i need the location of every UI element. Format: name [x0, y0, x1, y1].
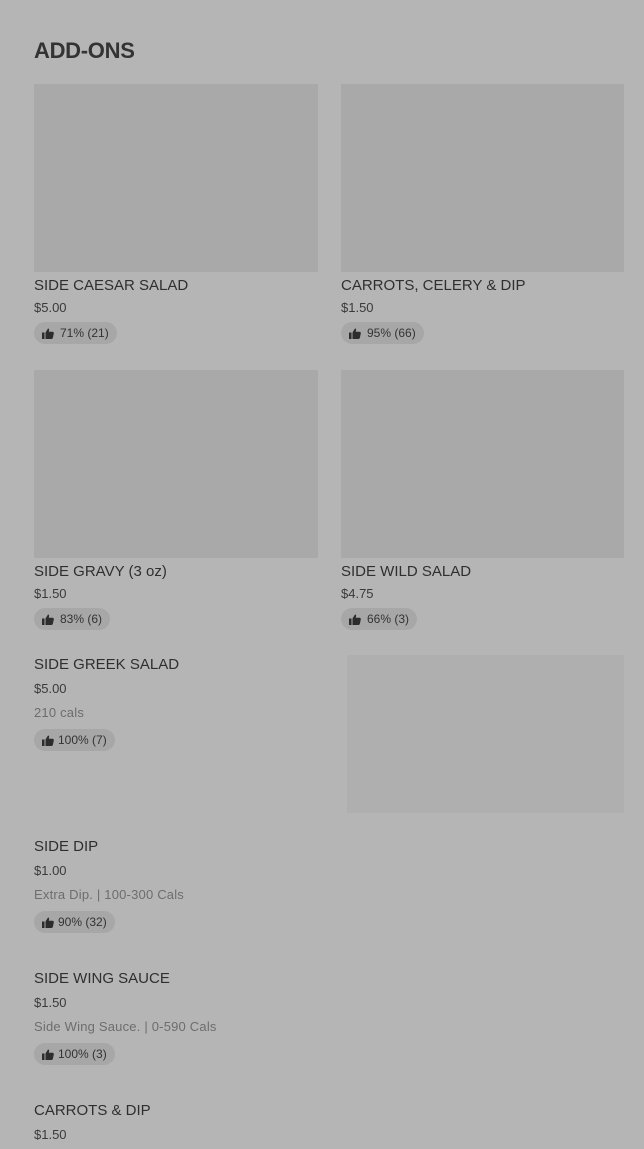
- item-image-placeholder: [34, 84, 318, 272]
- item-image-placeholder: [341, 84, 624, 272]
- item-price: $1.50: [34, 995, 67, 1010]
- item-price: $1.50: [34, 586, 67, 601]
- section-title: ADD-ONS: [34, 38, 135, 63]
- rating-badge: 71% (21): [34, 322, 117, 344]
- rating-badge: 90% (32): [34, 911, 115, 933]
- rating-text: 83% (6): [60, 612, 103, 626]
- rating-badge: 100% (7): [34, 729, 115, 751]
- rating-text: 95% (66): [367, 326, 416, 340]
- item-price: $1.50: [341, 300, 374, 315]
- menu-item-row[interactable]: SIDE DIP $1.00 Extra Dip. | 100-300 Cals…: [34, 838, 324, 933]
- item-name: SIDE CAESAR SALAD: [34, 277, 189, 294]
- thumbs-up-icon: [349, 328, 361, 339]
- menu-item-row[interactable]: CARROTS & DIP $1.50: [34, 1102, 324, 1142]
- menu-item-card[interactable]: SIDE GRAVY (3 oz) $1.50 83% (6): [34, 370, 318, 630]
- item-name: SIDE GRAVY (3 oz): [34, 563, 167, 580]
- item-name: SIDE WING SAUCE: [34, 970, 170, 987]
- rating-text: 90% (32): [58, 915, 107, 929]
- menu-item-row[interactable]: SIDE WING SAUCE $1.50 Side Wing Sauce. |…: [34, 970, 324, 1065]
- item-description: Extra Dip. | 100-300 Cals: [34, 887, 184, 902]
- item-name: SIDE DIP: [34, 838, 99, 855]
- rating-badge: 83% (6): [34, 608, 111, 630]
- rating-badge: 100% (3): [34, 1043, 115, 1065]
- item-image-placeholder[interactable]: [347, 655, 624, 813]
- item-name: SIDE WILD SALAD: [341, 563, 472, 580]
- item-name: CARROTS, CELERY & DIP: [341, 277, 526, 294]
- rating-text: 66% (3): [367, 612, 410, 626]
- thumbs-up-icon: [349, 614, 361, 625]
- rating-text: 71% (21): [60, 326, 109, 340]
- thumbs-up-icon: [42, 614, 54, 625]
- item-description: 210 cals: [34, 705, 85, 720]
- rating-badge: 66% (3): [341, 608, 418, 630]
- rating-text: 100% (7): [58, 733, 107, 747]
- menu-item-row[interactable]: SIDE GREEK SALAD $5.00 210 cals 100% (7): [34, 656, 324, 751]
- thumbs-up-icon: [42, 328, 54, 339]
- thumbs-up-icon: [42, 1049, 54, 1060]
- rating-badge: 95% (66): [341, 322, 424, 344]
- thumbs-up-icon: [42, 917, 54, 928]
- item-price: $4.75: [341, 586, 374, 601]
- menu-item-card[interactable]: SIDE WILD SALAD $4.75 66% (3): [341, 370, 624, 630]
- item-price: $1.50: [34, 1127, 67, 1142]
- rating-text: 100% (3): [58, 1047, 107, 1061]
- thumbs-up-icon: [42, 735, 54, 746]
- item-price: $5.00: [34, 300, 67, 315]
- menu-item-card[interactable]: CARROTS, CELERY & DIP $1.50 95% (66): [341, 84, 624, 344]
- item-price: $1.00: [34, 863, 67, 878]
- item-price: $5.00: [34, 681, 67, 696]
- item-image-placeholder: [34, 370, 318, 558]
- item-description: Side Wing Sauce. | 0-590 Cals: [34, 1019, 217, 1034]
- item-name: CARROTS & DIP: [34, 1102, 151, 1119]
- item-name: SIDE GREEK SALAD: [34, 656, 180, 673]
- menu-item-card[interactable]: SIDE CAESAR SALAD $5.00 71% (21): [34, 84, 318, 344]
- item-image-placeholder: [341, 370, 624, 558]
